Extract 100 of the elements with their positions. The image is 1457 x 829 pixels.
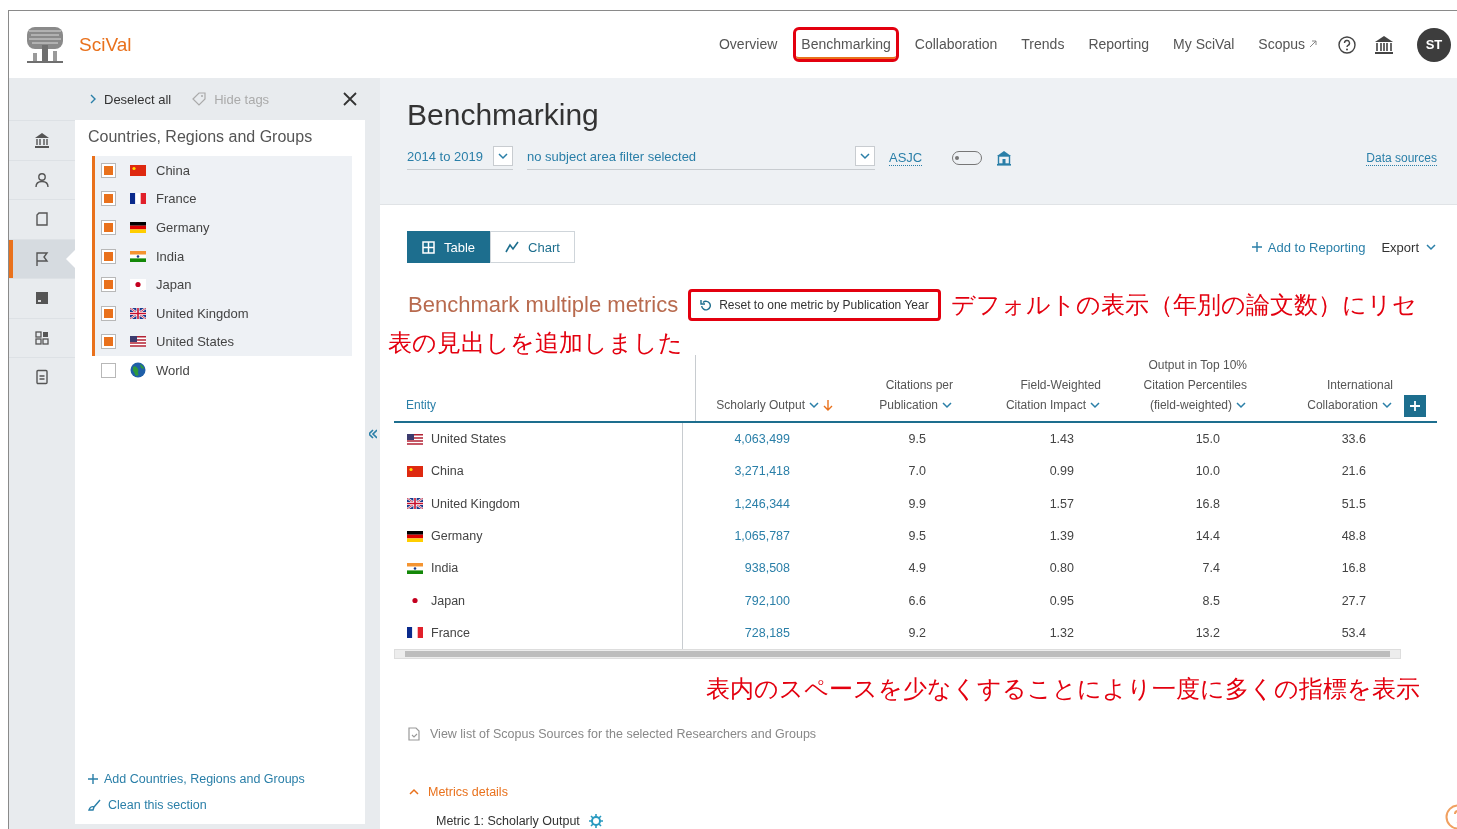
flag-icon — [130, 222, 146, 233]
checkbox[interactable] — [101, 220, 116, 235]
entity-name[interactable]: France — [431, 625, 470, 640]
column-header[interactable]: International Collaboration — [1247, 355, 1393, 421]
view-tab[interactable]: Chart — [490, 231, 575, 263]
document-icon — [34, 211, 50, 228]
entity-name[interactable]: India — [431, 561, 459, 576]
chevron-down-icon — [1381, 399, 1393, 411]
entity-list-item[interactable]: World — [95, 356, 352, 385]
column-header[interactable]: Field-Weighted Citation Impact — [953, 355, 1101, 421]
entity-name[interactable]: China — [431, 464, 464, 479]
flag-icon — [130, 307, 146, 319]
asjc-link[interactable]: ASJC — [889, 150, 923, 166]
chevron-down-icon — [1235, 399, 1247, 411]
nav-link[interactable]: Trends — [1013, 27, 1073, 62]
entity-list-item[interactable]: China — [95, 156, 352, 185]
flag-icon — [407, 498, 423, 510]
entity-name[interactable]: United States — [431, 432, 507, 447]
metric-label: Metric 1: Scholarly Output — [436, 814, 580, 829]
annotation-text: 表の見出しを追加しました — [388, 328, 684, 358]
table-cell-text: 10.0 — [1194, 463, 1221, 481]
user-avatar[interactable]: ST — [1417, 27, 1451, 62]
table-cell-text: 16.8 — [1194, 495, 1221, 513]
column-header: Entity — [394, 355, 696, 421]
flag-icon — [130, 279, 146, 291]
nav-link[interactable]: My SciVal — [1165, 27, 1243, 62]
close-icon[interactable] — [343, 92, 357, 106]
value-link[interactable]: 1,065,787 — [683, 519, 820, 553]
value-link[interactable]: 4,063,499 — [683, 423, 820, 456]
entity-name[interactable]: United Kingdom — [431, 496, 520, 511]
nav-link[interactable]: Overview — [710, 27, 786, 62]
table-cell-text: 9.2 — [907, 624, 927, 642]
column-header[interactable]: Citations per Publication — [833, 355, 953, 421]
sort-arrow-icon — [823, 399, 833, 411]
entity-name[interactable]: Germany — [431, 529, 483, 544]
add-entity-link[interactable]: Add Countries, Regions and Groups — [88, 772, 352, 786]
entity-list-item[interactable]: India — [95, 241, 352, 271]
chevron-down-icon — [941, 399, 953, 411]
value-link[interactable]: 792,100 — [683, 584, 820, 617]
clean-section-link[interactable]: Clean this section — [88, 798, 352, 812]
data-sources-link[interactable]: Data sources — [1366, 150, 1437, 166]
checkbox[interactable] — [101, 248, 116, 264]
value-link[interactable]: 3,271,418 — [683, 455, 820, 488]
entity-list-item[interactable]: Japan — [95, 270, 352, 299]
horizontal-scrollbar[interactable] — [394, 649, 1401, 660]
add-column-button[interactable] — [1404, 395, 1426, 417]
institution-icon[interactable] — [1374, 34, 1394, 55]
entity-list-item[interactable]: United Kingdom — [95, 298, 352, 328]
checkbox[interactable] — [101, 277, 116, 293]
chevron-down-icon — [808, 399, 820, 411]
tag-icon — [191, 92, 208, 106]
table-cell-text: 53.4 — [1340, 624, 1367, 642]
annotation-text: デフォルトの表示（年別の論文数）にリセ — [950, 290, 1417, 320]
nav-link[interactable]: Reporting — [1080, 27, 1158, 62]
table-cell-text: 14.4 — [1194, 528, 1221, 546]
nav-rail-item[interactable] — [9, 238, 75, 278]
scopus-sources-link[interactable]: View list of Scopus Sources for the selected Researchers and Groups — [408, 727, 1437, 742]
nav-link[interactable]: Collaboration — [906, 27, 1006, 62]
flag-icon — [407, 433, 423, 445]
gear-icon — [587, 813, 604, 829]
table-cell-text: 9.5 — [907, 431, 927, 449]
reset-button[interactable]: Reset to one metric by Publication Year — [688, 289, 941, 321]
checkbox[interactable] — [101, 305, 116, 321]
checkbox[interactable] — [101, 362, 116, 378]
help-icon[interactable] — [1338, 35, 1356, 54]
checkbox[interactable] — [101, 162, 116, 178]
table-cell-text: 16.8 — [1340, 560, 1367, 578]
flag-icon — [407, 530, 423, 542]
nav-link[interactable]: Benchmarking — [793, 27, 899, 62]
table-cell-text: 1.57 — [1048, 495, 1075, 513]
column-header[interactable]: Output in Top 10% Citation Percentiles (field-weighted) — [1101, 355, 1247, 421]
deselect-all-link[interactable]: Deselect all — [89, 91, 172, 107]
collapse-icon[interactable] — [368, 429, 377, 439]
value-link[interactable]: 938,508 — [683, 552, 820, 585]
flag-icon — [407, 465, 423, 477]
entity-list-item[interactable]: United States — [95, 327, 352, 357]
nav-link[interactable]: Scopus — [1250, 27, 1325, 62]
checkbox[interactable] — [101, 334, 116, 350]
plus-icon — [88, 774, 98, 784]
value-link[interactable]: 728,185 — [683, 616, 820, 650]
table-cell-text: 27.7 — [1340, 592, 1367, 610]
person-icon — [34, 171, 50, 188]
add-to-reporting-link[interactable]: Add to Reporting — [1251, 239, 1366, 255]
checkbox[interactable] — [101, 191, 116, 207]
entity-list-item[interactable]: Germany — [95, 213, 352, 242]
flag-icon — [34, 250, 50, 267]
entity-list-item[interactable]: France — [95, 184, 352, 214]
chevron-down-icon — [497, 150, 509, 162]
column-header[interactable]: Scholarly Output — [696, 355, 833, 421]
value-link[interactable]: 1,246,344 — [683, 487, 820, 520]
year-range-dropdown[interactable]: 2014 to 2019 — [407, 146, 513, 170]
subject-area-dropdown[interactable]: no subject area filter selected — [527, 146, 875, 170]
entity-name[interactable]: Japan — [431, 593, 466, 608]
table-cell-text: 21.6 — [1340, 463, 1367, 481]
table-cell-text: 8.5 — [1201, 592, 1221, 610]
view-tab[interactable]: Table — [407, 231, 491, 263]
section-title: Benchmark multiple metrics — [408, 292, 679, 318]
table-cell-text: 7.0 — [907, 463, 927, 481]
export-menu[interactable]: Export — [1381, 239, 1437, 255]
globe-icon — [130, 362, 146, 379]
